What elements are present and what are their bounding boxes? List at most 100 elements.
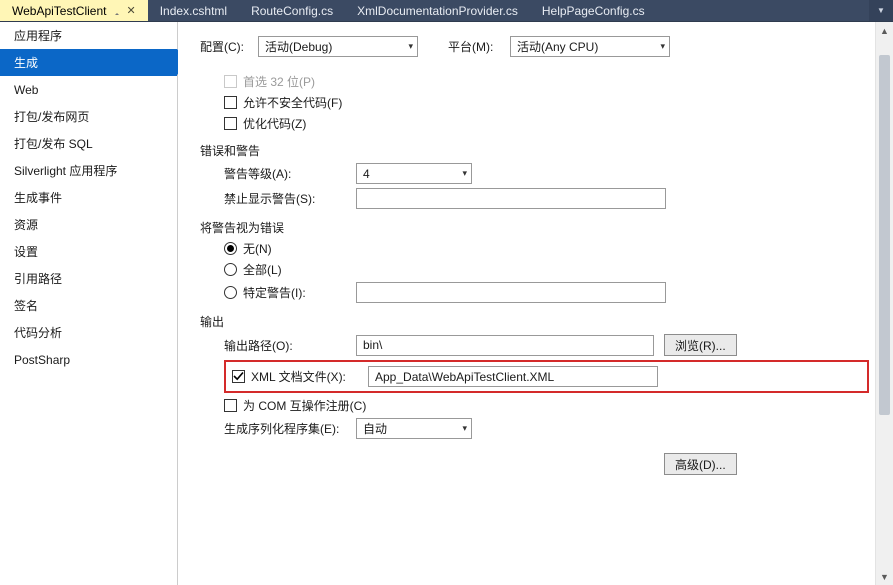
prefer32-row: 首选 32 位(P) [224,73,869,90]
tabstrip-spacer [657,0,869,21]
tab-label: WebApiTestClient [12,4,107,18]
sidebar-item-label: Silverlight 应用程序 [14,162,117,179]
sidebar-item-label: 签名 [14,297,38,314]
tab-webapitestclient[interactable]: WebApiTestClient ✕ [0,0,148,21]
sidebar-item-settings[interactable]: 设置 [0,238,177,265]
treat-none-radio[interactable] [224,242,237,255]
sidebar-item-web[interactable]: Web [0,76,177,103]
scroll-track[interactable] [876,39,893,568]
sidebar-item-silverlight[interactable]: Silverlight 应用程序 [0,157,177,184]
sidebar-item-label: 设置 [14,243,38,260]
chevron-down-icon: ▾ [408,41,413,52]
sidebar-item-label: 生成事件 [14,189,62,206]
output-section-title: 输出 [200,313,869,330]
output-path-input[interactable]: bin\ [356,335,654,356]
tab-label: Index.cshtml [160,4,227,18]
tab-routeconfig[interactable]: RouteConfig.cs [239,0,345,21]
sidebar-item-label: 资源 [14,216,38,233]
scroll-up-icon[interactable]: ▲ [876,22,893,39]
platform-select[interactable]: 活动(Any CPU) ▾ [510,36,670,57]
sidebar-item-application[interactable]: 应用程序 [0,22,177,49]
pin-icon [113,7,121,15]
serialize-value: 自动 [363,420,387,437]
sidebar-item-label: 应用程序 [14,27,62,44]
treat-specific-radio[interactable] [224,286,237,299]
xml-doc-label: XML 文档文件(X): [251,368,368,385]
optimize-row: 优化代码(Z) [224,115,869,132]
warning-level-value: 4 [363,167,370,181]
main: 应用程序 生成 Web 打包/发布网页 打包/发布 SQL Silverligh… [0,22,893,585]
treat-specific-label: 特定警告(I): [243,284,356,301]
tab-label: XmlDocumentationProvider.cs [357,4,518,18]
sidebar-item-reference-paths[interactable]: 引用路径 [0,265,177,292]
advanced-row: 高级(D)... [224,453,869,475]
treat-none-label: 无(N) [243,240,272,257]
config-label: 配置(C): [200,38,258,55]
xml-doc-checkbox[interactable] [232,370,245,383]
sidebar-item-label: Web [14,83,38,97]
sidebar-item-label: 打包/发布网页 [14,108,89,125]
sidebar-item-label: 代码分析 [14,324,62,341]
tab-helppageconfig[interactable]: HelpPageConfig.cs [530,0,657,21]
com-row: 为 COM 互操作注册(C) [224,397,869,414]
platform-label: 平台(M): [448,38,510,55]
suppress-warnings-input[interactable] [356,188,666,209]
treat-all-label: 全部(L) [243,261,282,278]
sidebar-item-build-events[interactable]: 生成事件 [0,184,177,211]
chevron-down-icon: ▾ [660,41,665,52]
warning-level-label: 警告等级(A): [224,165,356,182]
tab-xmldocprovider[interactable]: XmlDocumentationProvider.cs [345,0,530,21]
com-checkbox[interactable] [224,399,237,412]
serialize-label: 生成序列化程序集(E): [224,420,356,437]
treat-specific-input[interactable] [356,282,666,303]
sidebar-item-label: 打包/发布 SQL [14,135,93,152]
config-value: 活动(Debug) [265,38,332,55]
errors-section-title: 错误和警告 [200,142,869,159]
sidebar-item-label: PostSharp [14,353,70,367]
com-label: 为 COM 互操作注册(C) [243,397,366,414]
config-select[interactable]: 活动(Debug) ▾ [258,36,418,57]
scroll-thumb[interactable] [879,55,890,415]
allow-unsafe-row: 允许不安全代码(F) [224,94,869,111]
output-path-label: 输出路径(O): [224,337,356,354]
content-wrap: 配置(C): 活动(Debug) ▾ 平台(M): 活动(Any CPU) ▾ … [178,22,893,585]
prefer32-checkbox [224,75,237,88]
browse-button[interactable]: 浏览(R)... [664,334,737,356]
platform-value: 活动(Any CPU) [517,38,598,55]
warning-level-row: 警告等级(A): 4 ▾ [224,163,869,184]
sidebar-item-code-analysis[interactable]: 代码分析 [0,319,177,346]
close-icon[interactable]: ✕ [127,4,136,17]
prefer32-label: 首选 32 位(P) [243,73,315,90]
allow-unsafe-label: 允许不安全代码(F) [243,94,342,111]
editor-tabstrip: WebApiTestClient ✕ Index.cshtml RouteCon… [0,0,893,22]
sidebar-item-postsharp[interactable]: PostSharp [0,346,177,373]
project-sidebar: 应用程序 生成 Web 打包/发布网页 打包/发布 SQL Silverligh… [0,22,178,585]
optimize-label: 优化代码(Z) [243,115,306,132]
sidebar-item-signing[interactable]: 签名 [0,292,177,319]
tab-label: RouteConfig.cs [251,4,333,18]
tab-list-dropdown[interactable]: ▼ [869,0,893,21]
sidebar-item-package-sql[interactable]: 打包/发布 SQL [0,130,177,157]
optimize-checkbox[interactable] [224,117,237,130]
chevron-down-icon: ▾ [462,168,467,179]
treat-all-row: 全部(L) [224,261,869,278]
warning-level-select[interactable]: 4 ▾ [356,163,472,184]
advanced-button[interactable]: 高级(D)... [664,453,737,475]
sidebar-item-build[interactable]: 生成 [0,49,177,76]
allow-unsafe-checkbox[interactable] [224,96,237,109]
chevron-down-icon: ▾ [462,423,467,434]
xml-doc-input[interactable]: App_Data\WebApiTestClient.XML [368,366,658,387]
suppress-warnings-label: 禁止显示警告(S): [224,190,356,207]
vertical-scrollbar[interactable]: ▲ ▼ [875,22,893,585]
suppress-warnings-row: 禁止显示警告(S): [224,188,869,209]
sidebar-item-resources[interactable]: 资源 [0,211,177,238]
sidebar-item-package-web[interactable]: 打包/发布网页 [0,103,177,130]
tab-index-cshtml[interactable]: Index.cshtml [148,0,239,21]
xml-doc-highlight: XML 文档文件(X): App_Data\WebApiTestClient.X… [224,360,869,393]
serialize-select[interactable]: 自动 ▾ [356,418,472,439]
output-path-row: 输出路径(O): bin\ 浏览(R)... [224,334,869,356]
scroll-down-icon[interactable]: ▼ [876,568,893,585]
treat-all-radio[interactable] [224,263,237,276]
sidebar-item-label: 引用路径 [14,270,62,287]
build-page: 配置(C): 活动(Debug) ▾ 平台(M): 活动(Any CPU) ▾ … [178,22,875,585]
